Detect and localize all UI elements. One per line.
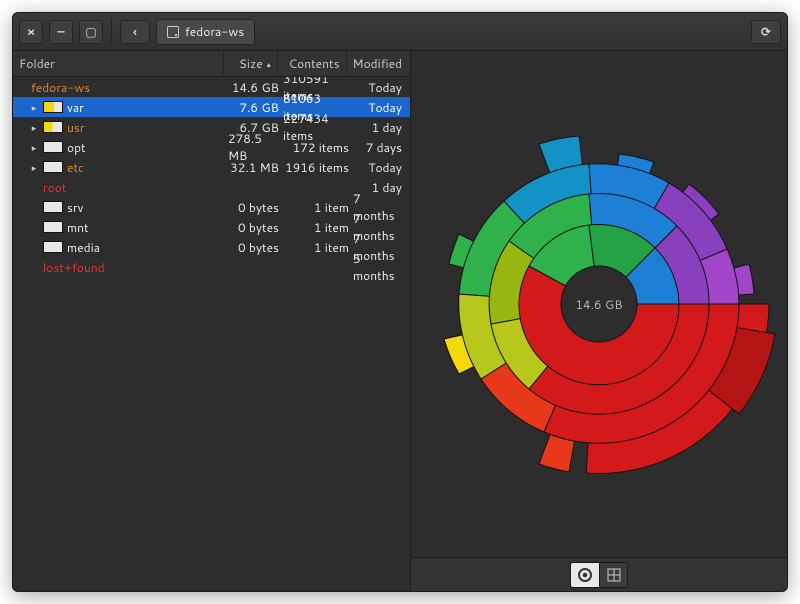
treemap-view-button[interactable] bbox=[599, 563, 627, 587]
col-header-contents[interactable]: Contents bbox=[278, 51, 347, 76]
maximize-button[interactable]: ▢ bbox=[79, 20, 103, 44]
divider bbox=[111, 19, 112, 45]
folder-name: fedora-ws bbox=[31, 79, 90, 96]
table-row[interactable]: lost+found5 months bbox=[13, 257, 410, 277]
modified-cell: 7 days bbox=[353, 139, 410, 156]
table-row[interactable]: ▸opt278.5 MB172 items7 days bbox=[13, 137, 410, 157]
contents-cell: 1 item bbox=[283, 239, 353, 256]
table-row[interactable]: srv0 bytes1 item7 months bbox=[13, 197, 410, 217]
table-row[interactable]: mnt0 bytes1 item7 months bbox=[13, 217, 410, 237]
usage-swatch bbox=[43, 101, 63, 113]
size-cell: 0 bytes bbox=[228, 199, 283, 216]
size-cell: 32.1 MB bbox=[228, 159, 283, 176]
contents-cell: 1916 items bbox=[283, 159, 353, 176]
minimize-button[interactable]: – bbox=[49, 20, 73, 44]
size-cell: 14.6 GB bbox=[228, 79, 283, 96]
size-cell: 0 bytes bbox=[228, 239, 283, 256]
close-button[interactable]: × bbox=[19, 20, 43, 44]
chart-pane: 14.6 GB bbox=[411, 51, 787, 591]
expander-icon[interactable]: ▸ bbox=[29, 101, 39, 114]
ring-chart-view-button[interactable] bbox=[571, 563, 599, 587]
folder-cell: mnt bbox=[17, 219, 228, 236]
folder-name: lost+found bbox=[43, 259, 105, 276]
folder-cell: ▸ usr bbox=[17, 119, 228, 136]
contents-cell: 1 item bbox=[283, 199, 353, 216]
table-row[interactable]: media0 bytes1 item7 months bbox=[13, 237, 410, 257]
modified-cell: Today bbox=[353, 79, 410, 96]
usage-swatch bbox=[43, 141, 63, 153]
chevron-left-icon: ‹ bbox=[133, 23, 137, 40]
folder-cell: srv bbox=[17, 199, 228, 216]
folder-name: srv bbox=[67, 199, 83, 216]
folder-cell: ▸ opt bbox=[17, 139, 228, 156]
folder-cell: root bbox=[17, 179, 228, 196]
close-icon: × bbox=[27, 23, 36, 40]
size-cell: 0 bytes bbox=[228, 219, 283, 236]
back-button[interactable]: ‹ bbox=[120, 20, 150, 44]
folder-cell: fedora-ws bbox=[17, 79, 228, 96]
expander-icon[interactable]: ▸ bbox=[29, 141, 39, 154]
table-row[interactable]: ▸usr6.7 GB227434 items1 day bbox=[13, 117, 410, 137]
tree-header: Folder Size▴ Contents Modified bbox=[13, 51, 410, 77]
folder-cell: lost+found bbox=[17, 259, 228, 276]
view-switch-toolbar bbox=[411, 557, 787, 591]
chart-area: 14.6 GB bbox=[411, 51, 787, 557]
expander-icon[interactable]: ▸ bbox=[29, 121, 39, 134]
col-header-folder[interactable]: Folder bbox=[13, 51, 224, 76]
app-window: × – ▢ ‹ fedora-ws ⟳ Folder Size▴ Content… bbox=[12, 12, 788, 592]
folder-name: mnt bbox=[67, 219, 89, 236]
col-header-size[interactable]: Size▴ bbox=[224, 51, 278, 76]
col-header-modified[interactable]: Modified bbox=[347, 51, 410, 76]
location-path-label: fedora-ws bbox=[185, 23, 244, 40]
usage-swatch bbox=[43, 121, 63, 133]
body: Folder Size▴ Contents Modified fedora-ws… bbox=[13, 51, 787, 591]
usage-swatch bbox=[43, 201, 63, 213]
maximize-icon: ▢ bbox=[85, 23, 96, 40]
tree-rows[interactable]: fedora-ws14.6 GB310591 itemsToday▸var7.6… bbox=[13, 77, 410, 591]
folder-cell: media bbox=[17, 239, 228, 256]
refresh-button[interactable]: ⟳ bbox=[751, 20, 781, 44]
modified-cell: 5 months bbox=[353, 250, 410, 284]
view-switch bbox=[570, 562, 628, 588]
folder-name: var bbox=[67, 99, 84, 116]
location-path-button[interactable]: fedora-ws bbox=[156, 19, 255, 45]
folder-tree-pane: Folder Size▴ Contents Modified fedora-ws… bbox=[13, 51, 411, 591]
expander-icon[interactable]: ▸ bbox=[29, 161, 39, 174]
folder-name: opt bbox=[67, 139, 86, 156]
titlebar: × – ▢ ‹ fedora-ws ⟳ bbox=[13, 13, 787, 51]
table-row[interactable]: root1 day bbox=[13, 177, 410, 197]
modified-cell: Today bbox=[353, 159, 410, 176]
folder-name: root bbox=[43, 179, 66, 196]
folder-name: etc bbox=[67, 159, 84, 176]
folder-cell: ▸ etc bbox=[17, 159, 228, 176]
usage-swatch bbox=[43, 241, 63, 253]
usage-swatch bbox=[43, 161, 63, 173]
treemap-icon bbox=[607, 568, 621, 582]
modified-cell: Today bbox=[353, 99, 410, 116]
folder-name: usr bbox=[67, 119, 85, 136]
contents-cell: 172 items bbox=[283, 139, 353, 156]
sort-indicator-icon: ▴ bbox=[267, 58, 271, 70]
folder-cell: ▸ var bbox=[17, 99, 228, 116]
disk-icon bbox=[167, 26, 179, 38]
usage-swatch bbox=[43, 221, 63, 233]
table-row[interactable]: ▸ etc 32.1 MB1916 itemsToday bbox=[13, 157, 410, 177]
size-cell: 7.6 GB bbox=[228, 99, 283, 116]
chart-center-label: 14.6 GB bbox=[569, 296, 629, 313]
minimize-icon: – bbox=[57, 23, 64, 40]
refresh-icon: ⟳ bbox=[761, 23, 771, 40]
contents-cell: 1 item bbox=[283, 219, 353, 236]
folder-name: media bbox=[67, 239, 100, 256]
ring-chart-icon bbox=[578, 568, 592, 582]
modified-cell: 1 day bbox=[353, 119, 410, 136]
